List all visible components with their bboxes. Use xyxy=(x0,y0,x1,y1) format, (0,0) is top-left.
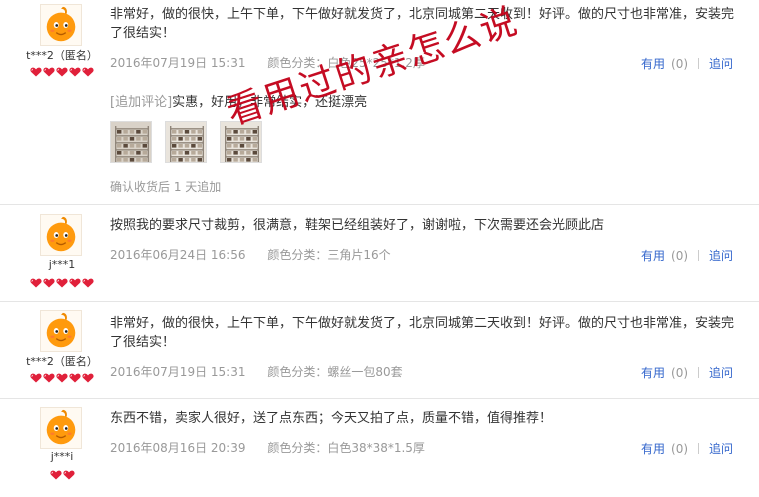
review-actions: 有用 (0) 追问 xyxy=(641,55,733,72)
append-tag: [追加评论] xyxy=(110,95,173,110)
review-item: j***i 东西不错，卖家人很好，送了点东西；今天又拍了点，质量不错，值得推荐！… xyxy=(0,399,759,497)
shelf-photo-thumbnail xyxy=(166,122,206,162)
heart-icon xyxy=(30,67,42,77)
heart-icon xyxy=(56,67,68,77)
avatar[interactable] xyxy=(40,214,82,256)
orange-mascot-avatar-icon xyxy=(40,407,82,449)
review-content: 东西不错，卖家人很好，送了点东西；今天又拍了点，质量不错，值得推荐！ xyxy=(110,411,553,426)
useful-count: (0) xyxy=(671,249,689,263)
heart-icon xyxy=(43,67,55,77)
useful-count: (0) xyxy=(671,57,689,71)
heart-icon xyxy=(56,278,68,288)
review-date: 2016年07月19日 15:31 xyxy=(110,56,246,70)
avatar[interactable] xyxy=(40,310,82,352)
review-sku: 颜色分类：白色38*38*1.5厚 xyxy=(267,441,425,455)
reviewer-rank xyxy=(2,278,122,288)
review-date: 2016年07月19日 15:31 xyxy=(110,365,246,379)
review-photo[interactable] xyxy=(165,121,207,163)
useful-button[interactable]: 有用 xyxy=(641,442,665,456)
orange-mascot-avatar-icon xyxy=(40,310,82,352)
orange-mascot-avatar-icon xyxy=(40,214,82,256)
review-actions: 有用 (0) 追问 xyxy=(641,364,733,381)
reviewer-rank xyxy=(2,373,122,383)
review-meta: 2016年07月19日 15:31 颜色分类：螺丝一包80套 xyxy=(110,363,403,380)
useful-button[interactable]: 有用 xyxy=(641,366,665,380)
reply-button[interactable]: 追问 xyxy=(709,366,733,380)
heart-icon xyxy=(82,373,94,383)
useful-count: (0) xyxy=(671,442,689,456)
reviewer-name: j***1 xyxy=(48,258,76,271)
reply-button[interactable]: 追问 xyxy=(709,57,733,71)
review-meta: 2016年08月16日 20:39 颜色分类：白色38*38*1.5厚 xyxy=(110,439,425,456)
heart-icon xyxy=(82,278,94,288)
divider xyxy=(698,443,700,454)
heart-icon xyxy=(49,470,62,480)
heart-icon xyxy=(30,373,42,383)
append-confirm-text: 确认收货后 1 天追加 xyxy=(110,180,222,194)
reviewer-name: t***2（匿名） xyxy=(26,355,98,368)
review-item: t***2（匿名） 非常好，做的很快，上午下单，下午做好就发货了，北京同城第二天… xyxy=(0,302,759,398)
review-sku: 颜色分类：螺丝一包80套 xyxy=(267,365,403,379)
review-actions: 有用 (0) 追问 xyxy=(641,440,733,457)
divider xyxy=(698,58,700,69)
heart-icon xyxy=(56,373,68,383)
orange-mascot-avatar-icon xyxy=(40,4,82,46)
divider xyxy=(698,367,700,378)
review-item: j***1 按照我的要求尺寸裁剪，很满意，鞋架已经组装好了，谢谢啦，下次需要还会… xyxy=(0,205,759,301)
heart-icon xyxy=(43,278,55,288)
reviewer-name: t***2（匿名） xyxy=(26,49,98,62)
useful-button[interactable]: 有用 xyxy=(641,57,665,71)
reply-button[interactable]: 追问 xyxy=(709,442,733,456)
review-content: 按照我的要求尺寸裁剪，很满意，鞋架已经组装好了，谢谢啦，下次需要还会光顾此店 xyxy=(110,218,605,233)
reviewer-name: j***i xyxy=(50,450,74,463)
reply-button[interactable]: 追问 xyxy=(709,249,733,263)
review-actions: 有用 (0) 追问 xyxy=(641,247,733,264)
useful-count: (0) xyxy=(671,366,689,380)
review-content: 非常好，做的很快，上午下单，下午做好就发货了，北京同城第二天收到！好评。做的尺寸… xyxy=(110,316,735,350)
heart-icon xyxy=(62,470,75,480)
review-sku: 颜色分类：三角片16个 xyxy=(267,248,391,262)
heart-icon xyxy=(43,373,55,383)
review-meta: 2016年06月24日 16:56 颜色分类：三角片16个 xyxy=(110,246,391,263)
divider xyxy=(698,250,700,261)
useful-button[interactable]: 有用 xyxy=(641,249,665,263)
reviewer-rank xyxy=(2,470,122,480)
shelf-photo-thumbnail xyxy=(111,122,151,162)
heart-icon xyxy=(30,278,42,288)
heart-icon xyxy=(69,67,81,77)
review-date: 2016年08月16日 20:39 xyxy=(110,441,246,455)
heart-icon xyxy=(69,373,81,383)
review-photo[interactable] xyxy=(110,121,152,163)
avatar[interactable] xyxy=(40,4,82,46)
heart-icon xyxy=(69,278,81,288)
review-item: t***2（匿名） 非常好，做的很快，上午下单，下午做好就发货了，北京同城第二天… xyxy=(0,0,759,204)
review-date: 2016年06月24日 16:56 xyxy=(110,248,246,262)
avatar[interactable] xyxy=(40,407,82,449)
reviewer-rank xyxy=(2,67,122,77)
heart-icon xyxy=(82,67,94,77)
